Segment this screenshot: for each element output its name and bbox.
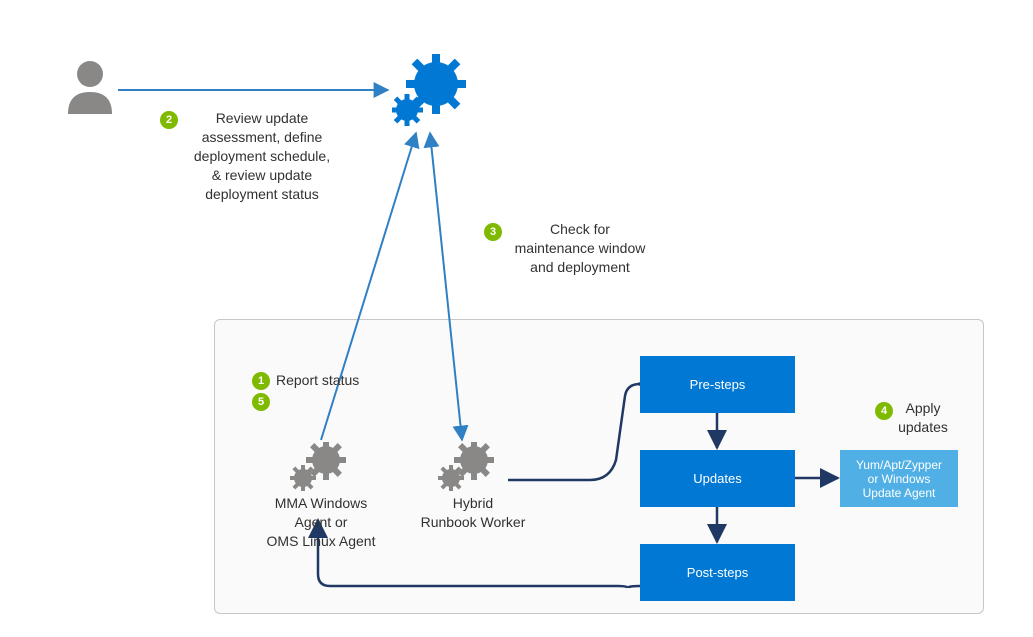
step-2-label: Review update assessment, define deploym… bbox=[182, 109, 342, 203]
step-1-badge: 1 bbox=[252, 371, 270, 390]
updater-label: Yum/Apt/Zypper or Windows Update Agent bbox=[856, 458, 942, 500]
agent-label: MMA Windows Agent or OMS Linux Agent bbox=[256, 494, 386, 551]
hrw-label: Hybrid Runbook Worker bbox=[408, 494, 538, 532]
step-3-label: Check for maintenance window and deploym… bbox=[500, 220, 660, 277]
user-icon bbox=[64, 58, 116, 119]
pre-steps-label: Pre-steps bbox=[690, 377, 746, 392]
updater-box: Yum/Apt/Zypper or Windows Update Agent bbox=[840, 450, 958, 507]
step-1-label: Report status bbox=[276, 371, 386, 390]
updates-box: Updates bbox=[640, 450, 795, 507]
step-2-badge: 2 bbox=[160, 110, 178, 129]
post-steps-box: Post-steps bbox=[640, 544, 795, 601]
step-4-label: Apply updates bbox=[864, 399, 964, 437]
hrw-icon bbox=[438, 442, 494, 495]
automation-icon bbox=[392, 52, 470, 133]
step-5-num: 5 bbox=[252, 393, 270, 411]
updates-label: Updates bbox=[693, 471, 741, 486]
step-1-num: 1 bbox=[252, 372, 270, 390]
step-5-badge: 5 bbox=[252, 392, 270, 411]
step-2-num: 2 bbox=[160, 111, 178, 129]
post-steps-label: Post-steps bbox=[687, 565, 748, 580]
pre-steps-box: Pre-steps bbox=[640, 356, 795, 413]
agent-icon bbox=[290, 442, 346, 495]
